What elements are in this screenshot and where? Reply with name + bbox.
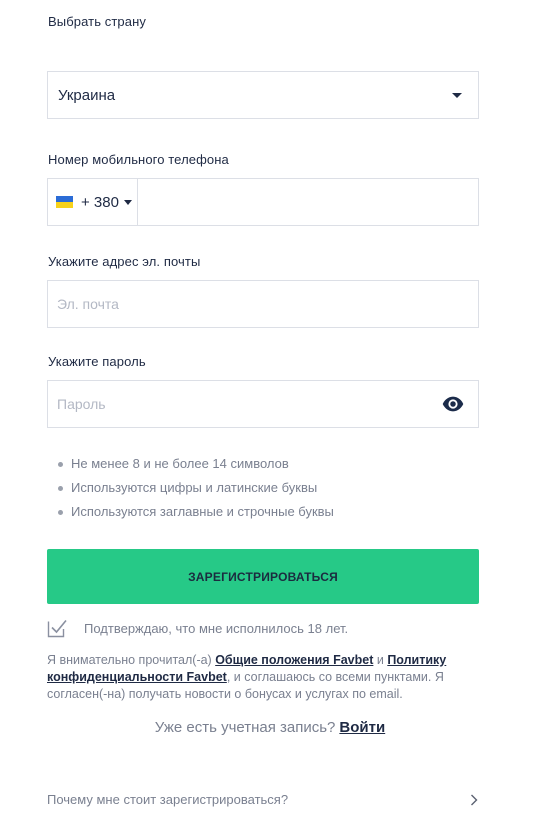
password-rule-item: Используются заглавные и строчные буквы — [58, 503, 334, 527]
country-selected-value: Украина — [58, 86, 116, 104]
password-field-wrapper — [47, 380, 479, 428]
login-link[interactable]: Войти — [339, 719, 385, 736]
checkbox-checked-icon — [47, 619, 67, 638]
why-register-text: Почему мне стоит зарегистрироваться? — [47, 792, 289, 807]
password-rule-item: Не менее 8 и не более 14 символов — [58, 455, 334, 479]
email-label: Укажите адрес эл. почты — [48, 254, 201, 269]
eye-icon[interactable] — [442, 395, 464, 413]
caret-down-icon — [123, 199, 132, 205]
terms-part: и — [373, 653, 388, 667]
login-prompt: Уже есть учетная запись? — [154, 719, 336, 736]
caret-down-icon — [452, 93, 462, 98]
phone-code-select[interactable]: + 380 — [48, 179, 138, 225]
password-rules-list: Не менее 8 и не более 14 символов Исполь… — [58, 455, 334, 527]
phone-label: Номер мобильного телефона — [48, 152, 229, 167]
age-confirm-checkbox[interactable]: Подтверждаю, что мне исполнилось 18 лет. — [47, 618, 348, 638]
password-rule-text: Не менее 8 и не более 14 символов — [71, 456, 289, 471]
general-terms-link[interactable]: Общие положения Favbet — [215, 653, 373, 667]
chevron-right-icon — [471, 794, 478, 805]
phone-field: + 380 — [47, 178, 479, 226]
terms-text: Я внимательно прочитал(-а) Общие положен… — [47, 652, 479, 703]
password-label: Укажите пароль — [48, 354, 146, 369]
password-rule-item: Используются цифры и латинские буквы — [58, 479, 334, 503]
login-prompt-row: Уже есть учетная запись? Войти — [0, 719, 540, 736]
register-button[interactable]: ЗАРЕГИСТРИРОВАТЬСЯ — [47, 549, 479, 604]
age-confirm-label: Подтверждаю, что мне исполнилось 18 лет. — [84, 620, 349, 636]
password-rule-text: Используются заглавные и строчные буквы — [71, 504, 334, 519]
email-field-wrapper — [47, 280, 479, 328]
country-select[interactable]: Украина — [47, 71, 479, 119]
phone-code: + 380 — [81, 193, 119, 211]
terms-part: Я внимательно прочитал(-а) — [47, 653, 216, 667]
email-input[interactable] — [48, 281, 478, 327]
phone-input[interactable] — [138, 179, 478, 225]
password-rule-text: Используются цифры и латинские буквы — [71, 480, 318, 495]
why-register-row[interactable]: Почему мне стоит зарегистрироваться? — [47, 792, 479, 807]
password-input[interactable] — [48, 381, 478, 427]
ukraine-flag-icon — [56, 196, 73, 208]
country-label: Выбрать страну — [48, 14, 146, 29]
